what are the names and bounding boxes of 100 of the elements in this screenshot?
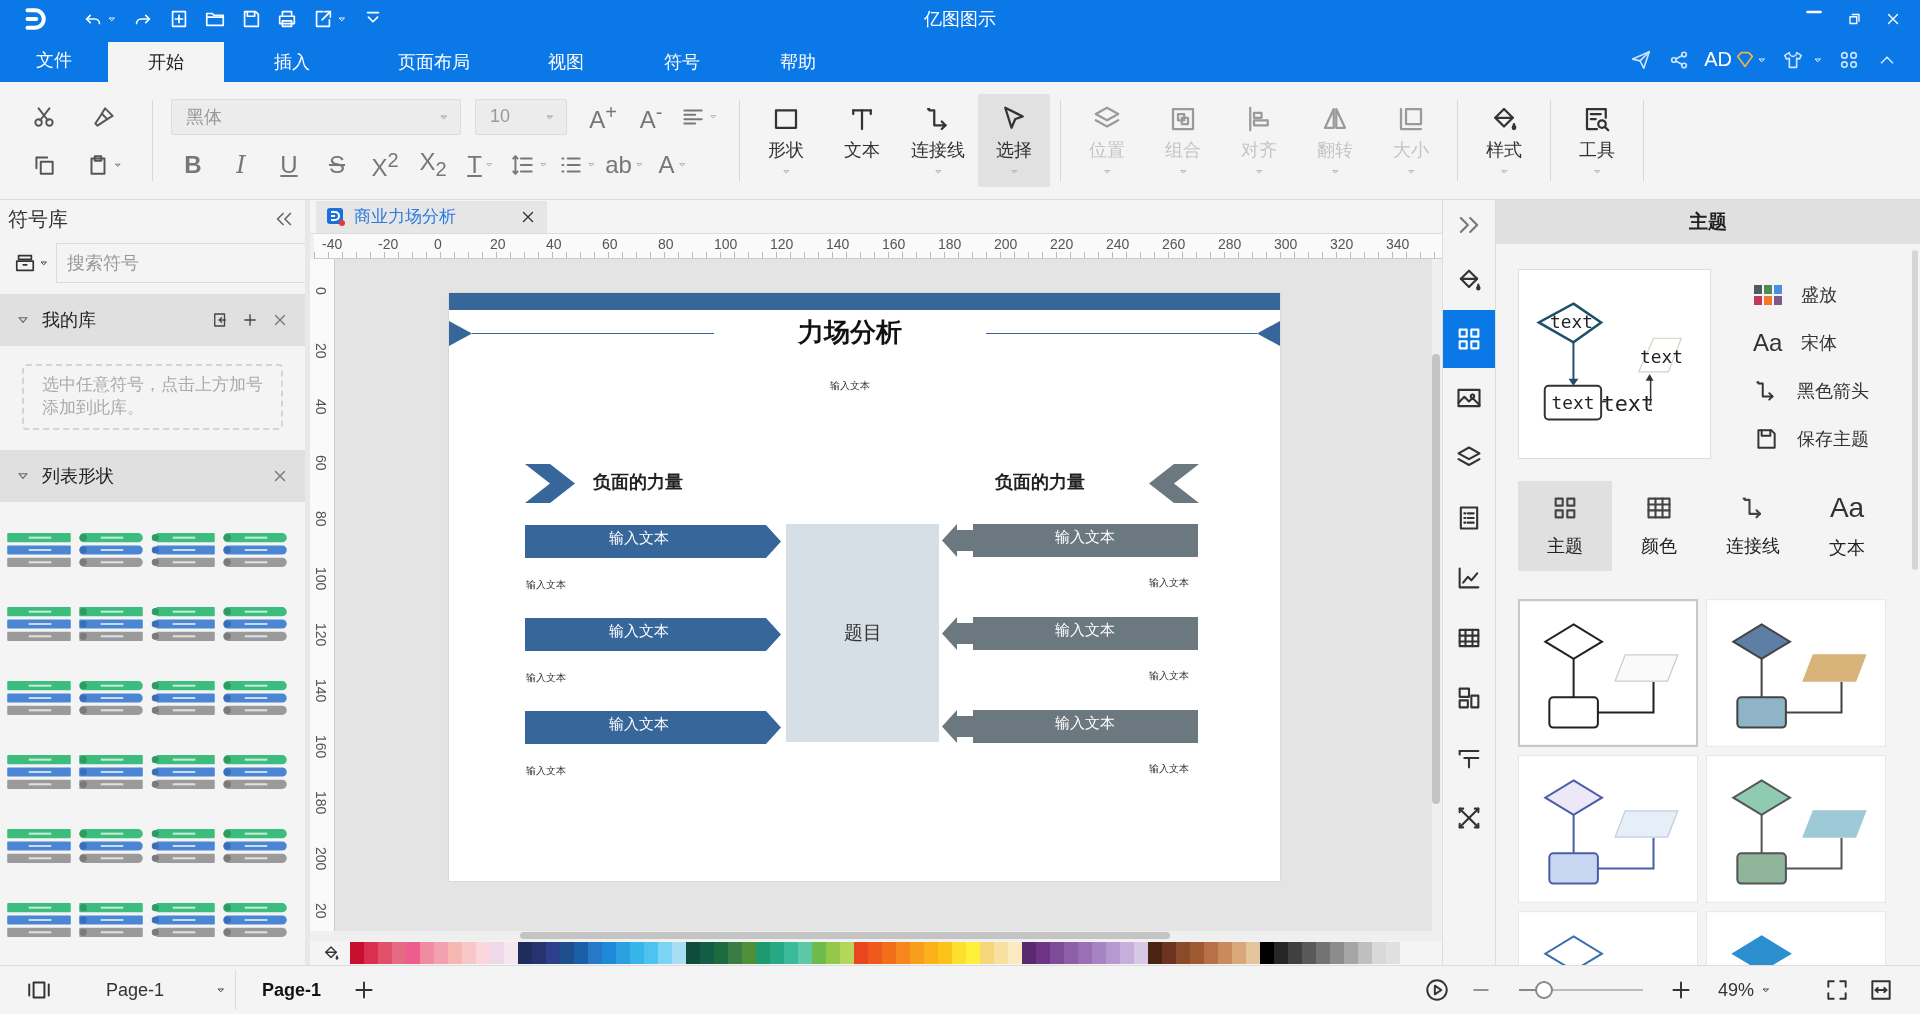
note-text: 输入文本: [526, 671, 566, 686]
connector-tab[interactable]: 连接线: [1706, 481, 1800, 571]
note-text: 输入文本: [526, 578, 566, 593]
arrow-label: 输入文本: [609, 622, 669, 642]
font-option[interactable]: Aa 宋体: [1753, 327, 1869, 359]
connector-option[interactable]: 黑色箭头: [1753, 375, 1869, 407]
plain-button[interactable]: ab: [603, 146, 647, 183]
ruler-label: 160: [313, 735, 329, 759]
ribbon-tab[interactable]: 插入: [224, 42, 360, 82]
color-tab[interactable]: 颜色: [1612, 481, 1706, 571]
ruler-label: 200: [313, 847, 329, 871]
note-text: 输入文本: [1149, 762, 1189, 777]
tab-label: 连接线: [1726, 535, 1780, 558]
ribbon-tab[interactable]: 视图: [508, 42, 624, 82]
plain-button[interactable]: A: [651, 146, 695, 183]
tools-tool-button[interactable]: 工具: [1561, 94, 1633, 187]
library-section-header[interactable]: 列表形状: [0, 449, 305, 502]
textstyle-button[interactable]: T: [459, 146, 503, 183]
ruler-label: 140: [313, 679, 329, 703]
document-tab[interactable]: 商业力场分析: [316, 200, 547, 233]
note-text: 输入文本: [526, 764, 566, 779]
font-size-select[interactable]: 10: [475, 98, 567, 135]
palette-option[interactable]: 盛放: [1753, 279, 1869, 311]
page-tab[interactable]: Page-1: [246, 970, 338, 1010]
ruler-label: 60: [602, 234, 619, 254]
ruler-label: 60: [313, 455, 329, 471]
bold-button[interactable]: B: [171, 146, 215, 183]
text-tab[interactable]: Aa 文本: [1800, 481, 1894, 571]
ruler-label: 20: [313, 343, 329, 359]
ruler-label: 0: [434, 234, 443, 254]
account-name[interactable]: AD: [1704, 48, 1732, 71]
arrow-label: 输入文本: [1055, 528, 1115, 548]
tab-label: 颜色: [1641, 535, 1677, 558]
ruler-label: -20: [378, 234, 400, 254]
page-select[interactable]: Page-1: [78, 970, 236, 1010]
ribbon-tab[interactable]: 页面布局: [360, 42, 508, 82]
ruler-label: 300: [1274, 234, 1299, 254]
strike-button[interactable]: S: [315, 146, 359, 183]
ruler-label: 160: [882, 234, 907, 254]
arrow-label: 输入文本: [1055, 621, 1115, 641]
ruler-label: 40: [313, 399, 329, 415]
ruler-label: 140: [826, 234, 851, 254]
ruler-label: 280: [1218, 234, 1243, 254]
italic-button[interactable]: I: [219, 146, 263, 183]
ruler-label: 240: [1106, 234, 1131, 254]
note-text: 输入文本: [1149, 669, 1189, 684]
drop-hint: 选中任意符号，点击上方加号添加到此库。: [22, 364, 283, 430]
option-label: 宋体: [1801, 332, 1837, 355]
option-label: 保存主题: [1797, 428, 1869, 451]
ribbon-tab[interactable]: 帮助: [740, 42, 856, 82]
style-tool-button[interactable]: 样式: [1468, 94, 1540, 187]
ruler-label: 0: [313, 287, 329, 295]
font-sample: Aa: [1753, 329, 1783, 357]
decision-node: text: [1536, 302, 1604, 344]
window-title: 亿图图示: [924, 7, 996, 31]
underline-button[interactable]: U: [267, 146, 311, 183]
connector-label: text: [1600, 373, 1655, 417]
panel-title: 符号库: [8, 206, 68, 232]
ruler-label: 120: [770, 234, 795, 254]
search-field[interactable]: 搜索符号: [56, 243, 305, 283]
ruler-label: 100: [313, 567, 329, 591]
ruler-label: 200: [994, 234, 1019, 254]
shrink-button[interactable]: A$^{-}$: [629, 98, 673, 135]
option-label: 盛放: [1801, 284, 1837, 307]
plain-button[interactable]: X$^{2}$: [363, 146, 407, 183]
zoom-select[interactable]: 49%: [1718, 979, 1786, 1001]
font-sample: Aa: [1829, 492, 1865, 524]
section-title: 我的库: [42, 309, 96, 332]
select-tool-button[interactable]: 选择: [978, 94, 1050, 187]
library-section-header[interactable]: 我的库: [0, 294, 305, 346]
process-node: text: [1543, 384, 1603, 421]
ruler-label: 80: [658, 234, 675, 254]
grow-button[interactable]: A$^{+}$: [581, 98, 625, 135]
arrow-label: 输入文本: [609, 529, 669, 549]
topic-text: 题目: [843, 620, 882, 646]
ruler-label: 220: [1050, 234, 1075, 254]
plain-button[interactable]: X$_{2}$: [411, 146, 455, 183]
ruler-label: 260: [1162, 234, 1187, 254]
ruler-label: 20: [313, 903, 329, 919]
ruler-label: 80: [313, 511, 329, 527]
file-menu[interactable]: 文件: [0, 37, 108, 82]
connector-tool-button[interactable]: 连接线: [902, 94, 974, 187]
font-select[interactable]: 黑体: [171, 98, 461, 135]
column-heading: 负面的力量: [995, 470, 1085, 495]
ribbon-tab[interactable]: 符号: [624, 42, 740, 82]
ribbon-tab[interactable]: 开始: [108, 42, 224, 82]
column-heading: 负面的力量: [593, 470, 683, 495]
shape-tool-button[interactable]: 形状: [750, 94, 822, 187]
subtitle-text: 输入文本: [829, 379, 871, 394]
ruler-label: 320: [1330, 234, 1355, 254]
panel-title: 主题: [1496, 200, 1920, 244]
ruler-label: -40: [322, 234, 344, 254]
data-node: text: [1637, 337, 1683, 373]
arrow-label: 输入文本: [1055, 714, 1115, 734]
section-title: 列表形状: [42, 464, 114, 488]
theme-tab[interactable]: 主题: [1518, 481, 1612, 571]
arrow-label: 输入文本: [609, 715, 669, 735]
text-tool-button[interactable]: 文本: [826, 94, 898, 187]
ruler-label: 120: [313, 623, 329, 647]
save-option[interactable]: 保存主题: [1753, 423, 1869, 455]
